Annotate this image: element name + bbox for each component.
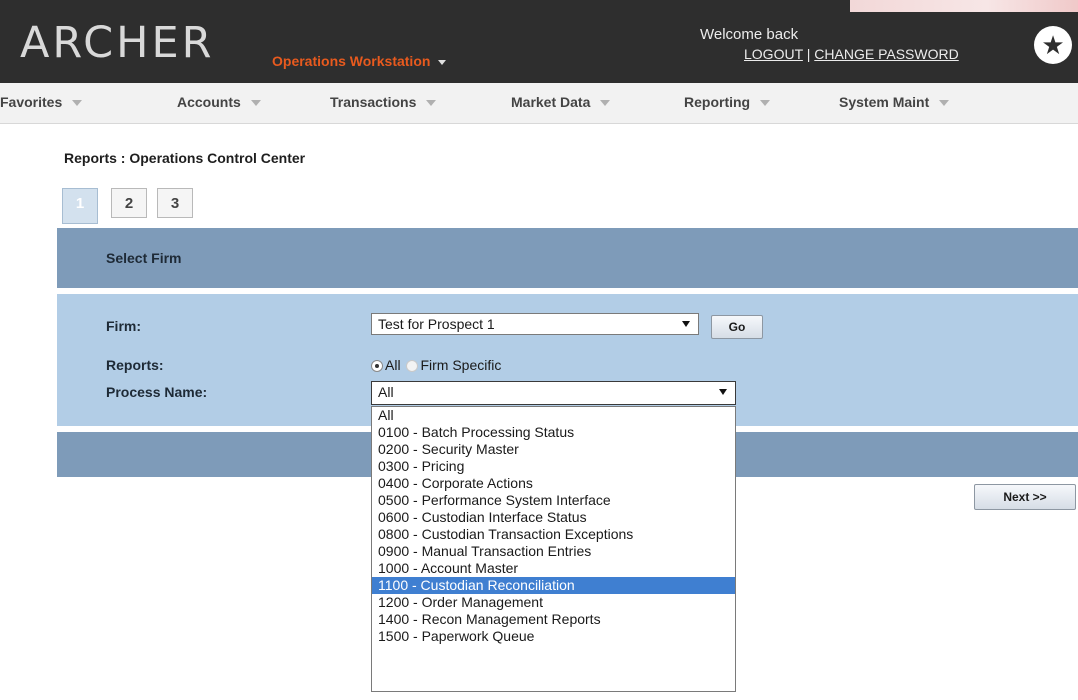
logout-link[interactable]: LOGOUT — [744, 46, 803, 62]
nav-label: Market Data — [511, 94, 591, 110]
reports-radio-group: All Firm Specific — [371, 357, 501, 373]
dropdown-arrow-icon — [719, 389, 727, 395]
chevron-down-icon — [760, 100, 771, 107]
dropdown-option[interactable]: 0100 - Batch Processing Status — [372, 424, 735, 441]
dropdown-option[interactable]: 1000 - Account Master — [372, 560, 735, 577]
process-name-label: Process Name: — [106, 384, 208, 400]
chevron-down-icon — [438, 59, 447, 65]
nav-market-data[interactable]: Market Data — [511, 94, 611, 110]
dropdown-option[interactable]: 1400 - Recon Management Reports — [372, 611, 735, 628]
page-title: Reports : Operations Control Center — [64, 150, 306, 166]
dropdown-option[interactable]: 0200 - Security Master — [372, 441, 735, 458]
dropdown-option[interactable]: 1500 - Paperwork Queue — [372, 628, 735, 645]
chevron-down-icon — [939, 100, 950, 107]
reports-all-label: All — [385, 357, 401, 373]
chevron-down-icon — [250, 100, 261, 107]
dropdown-option[interactable]: 0800 - Custodian Transaction Exceptions — [372, 526, 735, 543]
nav-label: Transactions — [330, 94, 417, 110]
nav-label: Favorites — [0, 94, 63, 110]
favorites-star-icon[interactable]: ★ — [1034, 26, 1072, 64]
header-decoration — [850, 0, 1078, 12]
dropdown-option[interactable]: 0400 - Corporate Actions — [372, 475, 735, 492]
workstation-label: Operations Workstation — [272, 53, 431, 69]
dropdown-option[interactable]: All — [372, 407, 735, 424]
chevron-down-icon — [72, 100, 83, 107]
firm-select[interactable]: Test for Prospect 1 — [371, 313, 699, 335]
workstation-menu[interactable]: Operations Workstation — [272, 53, 447, 69]
reports-firm-specific-label: Firm Specific — [420, 357, 502, 373]
firm-select-value: Test for Prospect 1 — [378, 316, 495, 332]
dropdown-option[interactable]: 0600 - Custodian Interface Status — [372, 509, 735, 526]
top-header: ARCHER Operations Workstation Welcome ba… — [0, 0, 1078, 83]
welcome-text: Welcome back — [700, 26, 799, 43]
dropdown-option[interactable]: 0300 - Pricing — [372, 458, 735, 475]
reports-label: Reports: — [106, 357, 164, 373]
tab-step-1[interactable]: 1 — [62, 188, 98, 224]
nav-system-maint[interactable]: System Maint — [839, 94, 950, 110]
account-links: LOGOUT | CHANGE PASSWORD — [744, 46, 959, 62]
nav-reporting[interactable]: Reporting — [684, 94, 771, 110]
dropdown-option[interactable]: 0500 - Performance System Interface — [372, 492, 735, 509]
process-name-dropdown-list: All 0100 - Batch Processing Status 0200 … — [371, 406, 736, 692]
process-select-value: All — [378, 384, 394, 400]
nav-label: Reporting — [684, 94, 751, 110]
reports-firm-specific-radio[interactable] — [406, 360, 419, 373]
nav-label: System Maint — [839, 94, 930, 110]
main-nav: Favorites Accounts Transactions Market D… — [0, 83, 1078, 124]
next-button[interactable]: Next >> — [974, 484, 1076, 510]
tab-step-3[interactable]: 3 — [157, 188, 193, 218]
reports-all-radio[interactable] — [371, 360, 383, 373]
link-separator: | — [806, 46, 811, 62]
go-button[interactable]: Go — [711, 315, 763, 339]
dropdown-option[interactable]: 0900 - Manual Transaction Entries — [372, 543, 735, 560]
change-password-link[interactable]: CHANGE PASSWORD — [814, 46, 958, 62]
archer-logo: ARCHER — [20, 18, 215, 68]
section-title: Select Firm — [106, 250, 182, 266]
chevron-down-icon — [600, 100, 611, 107]
firm-label: Firm: — [106, 318, 141, 334]
nav-favorites[interactable]: Favorites — [0, 94, 83, 110]
process-name-select[interactable]: All — [371, 381, 736, 405]
section-header: Select Firm — [57, 228, 1078, 288]
nav-transactions[interactable]: Transactions — [330, 94, 437, 110]
chevron-down-icon — [426, 100, 437, 107]
dropdown-arrow-icon — [682, 321, 690, 327]
nav-label: Accounts — [177, 94, 241, 110]
tab-step-2[interactable]: 2 — [111, 188, 147, 218]
nav-accounts[interactable]: Accounts — [177, 94, 261, 110]
dropdown-option-highlighted[interactable]: 1100 - Custodian Reconciliation — [372, 577, 735, 594]
dropdown-option[interactable]: 1200 - Order Management — [372, 594, 735, 611]
